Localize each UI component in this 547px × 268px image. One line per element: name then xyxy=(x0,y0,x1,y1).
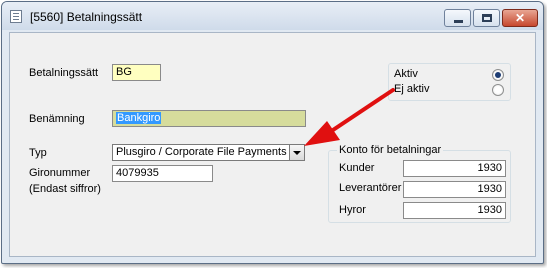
annotation-arrow xyxy=(304,88,395,146)
arrow-shaft xyxy=(325,88,395,136)
arrow-head xyxy=(304,121,340,146)
